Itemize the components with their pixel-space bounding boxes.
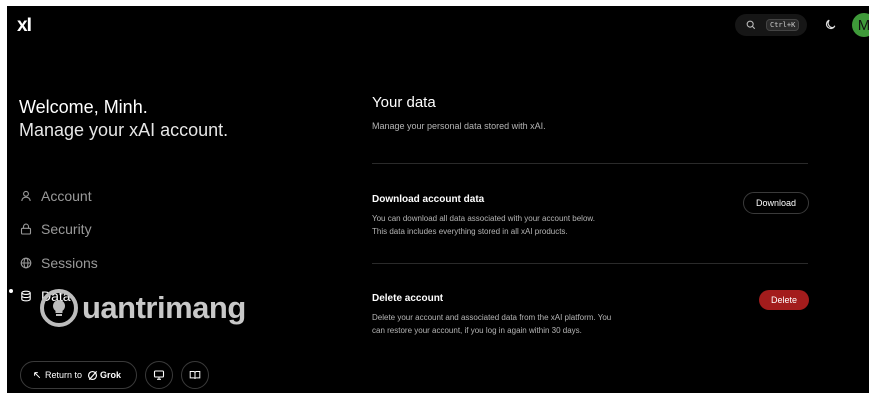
active-indicator (9, 289, 13, 293)
download-description-line: This data includes everything stored in … (372, 227, 568, 236)
avatar[interactable]: M (852, 13, 869, 37)
docs-button[interactable] (181, 361, 209, 389)
sidebar-item-security[interactable]: Security (20, 213, 220, 247)
moon-icon[interactable] (825, 18, 837, 30)
grok-label: Grok (100, 370, 122, 380)
delete-button[interactable]: Delete (759, 290, 809, 310)
delete-description-line: Delete your account and associated data … (372, 313, 612, 322)
grok-logo-icon (87, 370, 98, 380)
download-description-line: You can download all data associated wit… (372, 214, 595, 223)
download-section-title: Download account data (372, 194, 485, 205)
sidebar-item-account[interactable]: Account (20, 179, 220, 213)
bottom-bar: Return to Grok (20, 361, 209, 389)
xai-logo[interactable]: xI (17, 15, 32, 37)
page-description: Manage your personal data stored with xA… (372, 121, 546, 131)
return-to-grok-button[interactable]: Return to Grok (20, 361, 137, 389)
data-panel: Your data Manage your personal data stor… (372, 94, 808, 131)
download-button[interactable]: Download (743, 192, 809, 214)
arrow-up-left-icon (34, 372, 41, 379)
watermark-text: uantrimang (82, 290, 246, 325)
delete-section-description: Delete your account and associated data … (372, 311, 672, 337)
delete-section-title: Delete account (372, 293, 444, 304)
download-section-description: You can download all data associated wit… (372, 212, 672, 238)
lock-icon (20, 223, 32, 235)
welcome-subtitle: Manage your xAI account. (19, 120, 229, 140)
return-label: Return to (45, 370, 83, 380)
sidebar-item-label: Account (41, 187, 92, 204)
book-icon (189, 371, 201, 379)
globe-icon (20, 257, 32, 269)
divider (372, 163, 808, 164)
watermark-logo-icon (40, 289, 78, 327)
monitor-icon (153, 370, 165, 380)
sidebar-item-sessions[interactable]: Sessions (20, 246, 220, 280)
sidebar-item-label: Sessions (41, 254, 98, 271)
welcome-heading: Welcome, Minh. (19, 97, 148, 117)
search-shortcut: Ctrl+K (766, 19, 800, 31)
sidebar-item-label: Security (41, 221, 92, 238)
search-icon (746, 20, 756, 30)
watermark: uantrimang (40, 289, 246, 327)
grok-brand: Grok (82, 370, 121, 381)
page-title: Your data (372, 94, 436, 111)
user-icon (21, 190, 31, 201)
monitor-button[interactable] (145, 361, 173, 389)
database-icon (21, 290, 31, 302)
search-button[interactable]: Ctrl+K (735, 14, 807, 36)
app-window: xI Ctrl+K M Welcome, Minh. Manage your x… (7, 6, 869, 393)
divider (372, 263, 808, 264)
delete-description-line: can restore your account, if you log in … (372, 326, 582, 335)
